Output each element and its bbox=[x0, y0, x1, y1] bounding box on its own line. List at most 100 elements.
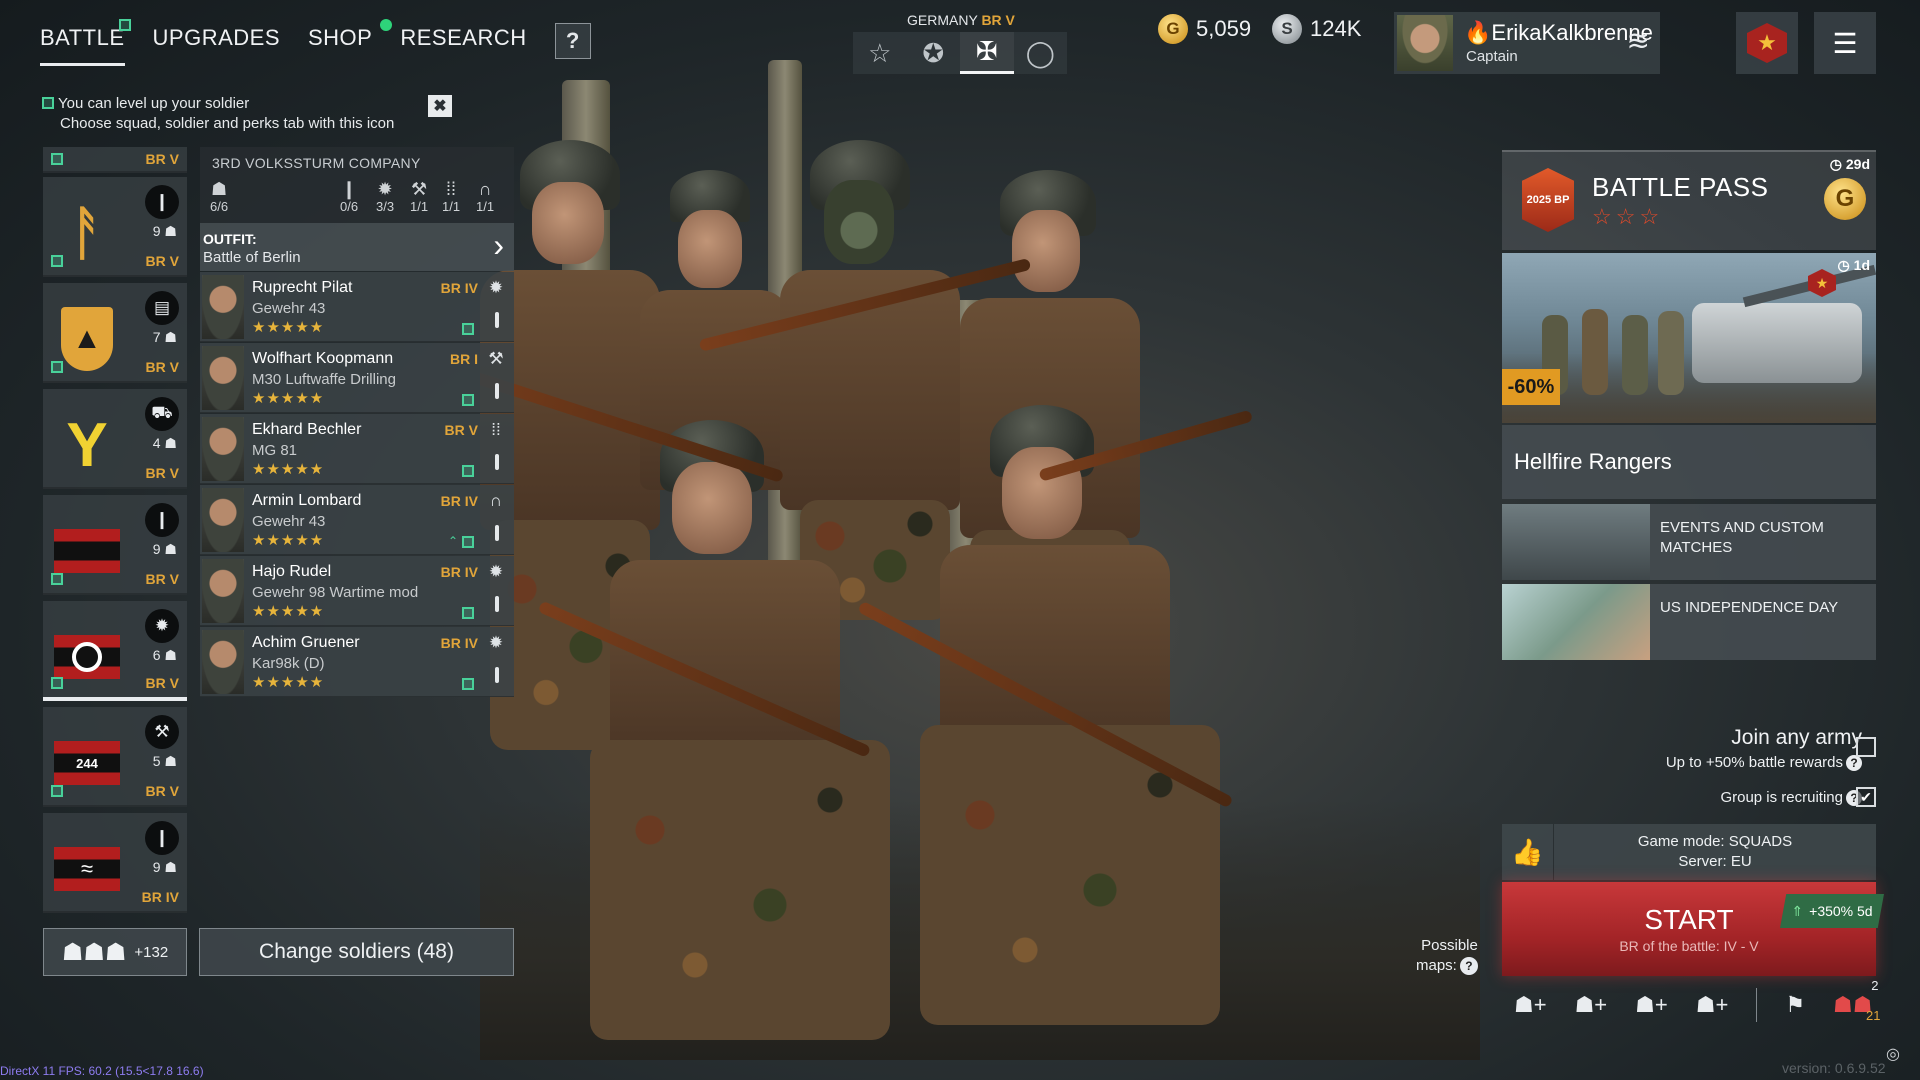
soldier-name: Wolfhart Koopmann bbox=[252, 350, 394, 367]
upgrade-marker-icon bbox=[51, 573, 63, 585]
squad-emblem: Y bbox=[51, 409, 123, 481]
soldier-row[interactable]: Armin Lombard Gewehr 43 ★★★★★ BR IV ∩ ⌃ bbox=[200, 485, 514, 555]
promo-banner[interactable]: ★ ◷ 1d -60% bbox=[1502, 253, 1876, 423]
flame-icon: ✹ bbox=[377, 179, 393, 199]
menu-button[interactable]: ☰ bbox=[1814, 12, 1876, 74]
help-icon[interactable]: ? bbox=[1846, 755, 1862, 771]
game-mode-panel[interactable]: 👍 Game mode: SQUADS Server: EU bbox=[1502, 824, 1876, 880]
soldier-weapon: MG 81 bbox=[252, 442, 298, 459]
tab-upgrades[interactable]: UPGRADES bbox=[153, 25, 280, 63]
nation-ussr-star-icon[interactable]: ✪ bbox=[907, 32, 961, 74]
document-class-icon: ▤ bbox=[145, 291, 179, 325]
profile-rank: Captain bbox=[1466, 48, 1518, 65]
wrench-class-icon: ⚒ bbox=[488, 349, 504, 368]
battle-br-text: BR of the battle: IV - V bbox=[1619, 938, 1759, 954]
independence-day-title: US INDEPENDENCE DAY bbox=[1660, 599, 1839, 616]
profile-card[interactable]: 🔥ErikaKalkbrenne Captain ≋ bbox=[1394, 12, 1660, 74]
soldier-portrait bbox=[202, 559, 244, 623]
stat-soldiers: ☗ 6/6 bbox=[210, 179, 229, 214]
soldier-row[interactable]: Achim Gruener Kar98k (D) ★★★★★ BR IV ✹ bbox=[200, 627, 514, 697]
nation-germany-cross-icon[interactable]: ✠ bbox=[960, 32, 1014, 74]
settings-small-icon[interactable]: ◎ bbox=[1886, 1044, 1900, 1064]
invite-player-icon[interactable]: ☗+ bbox=[1575, 992, 1608, 1022]
squad-br: BR V bbox=[145, 675, 179, 691]
maps-help-icon[interactable]: ? bbox=[1459, 957, 1478, 975]
soldier-row[interactable]: Wolfhart Koopmann M30 Luftwaffe Drilling… bbox=[200, 343, 514, 413]
squad-br: BR V bbox=[145, 151, 179, 167]
fps-counter: DirectX 11 FPS: 60.2 (15.5<17.8 16.6) bbox=[0, 1064, 204, 1078]
join-any-army-subtitle: Up to +50% battle rewards? bbox=[1666, 754, 1862, 771]
help-button[interactable]: ? bbox=[554, 23, 591, 59]
group-recruiting-label: Group is recruiting? bbox=[1720, 789, 1862, 806]
gold-balance[interactable]: G 5,059 bbox=[1158, 12, 1251, 46]
tank-image bbox=[1692, 303, 1862, 383]
soldier-name: Ekhard Bechler bbox=[252, 421, 362, 438]
squad-scene bbox=[480, 60, 1480, 1060]
xp-boost-badge: ⇑ +350% 5d bbox=[1780, 894, 1884, 928]
tab-battle[interactable]: BATTLE bbox=[40, 19, 131, 66]
squad-card[interactable]: BR V bbox=[43, 147, 187, 173]
join-any-army-checkbox[interactable] bbox=[1856, 737, 1876, 757]
change-soldiers-button[interactable]: Change soldiers (48) bbox=[199, 928, 514, 976]
independence-day-thumbnail bbox=[1502, 584, 1650, 660]
squad-count: 4 bbox=[152, 435, 161, 451]
events-title: EVENTS AND CUSTOM MATCHES bbox=[1660, 519, 1824, 556]
shield-emblem-icon: ▲ bbox=[61, 307, 113, 371]
infantry-class-icon: ❙ bbox=[145, 503, 179, 537]
squad-br: BR V bbox=[145, 359, 179, 375]
soldier-row[interactable]: Hajo Rudel Gewehr 98 Wartime mod ★★★★★ B… bbox=[200, 556, 514, 626]
nation-usa-star-icon[interactable]: ☆ bbox=[853, 32, 907, 74]
squad-card[interactable]: 244 ⚒ 5 ☗ BR V bbox=[43, 707, 187, 807]
battle-pass-stars: ☆☆☆ bbox=[1592, 204, 1664, 229]
battle-pass-title: BATTLE PASS bbox=[1592, 172, 1769, 202]
invite-player-icon[interactable]: ☗+ bbox=[1635, 992, 1668, 1022]
battle-pass-card[interactable]: 2025 BP BATTLE PASS ☆☆☆ ◷ 29d G bbox=[1502, 150, 1876, 250]
upgrade-marker-icon bbox=[462, 465, 474, 477]
squad-count: 7 bbox=[152, 329, 161, 345]
promo-name[interactable]: Hellfire Rangers bbox=[1502, 425, 1876, 499]
y-rune-emblem-icon: Y bbox=[66, 410, 108, 480]
soldier-stars: ★★★★★ bbox=[252, 390, 325, 407]
squad-card[interactable]: ᚨ ❙ 9 ☗ BR V bbox=[43, 177, 187, 277]
close-hint-button[interactable]: ✖ bbox=[428, 95, 452, 117]
nation-japan-circle-icon[interactable]: ◯ bbox=[1014, 32, 1068, 74]
battle-pass-timer: ◷ 29d bbox=[1829, 156, 1870, 172]
squad-card-selected[interactable]: ✹ 6 ☗ BR V bbox=[43, 601, 187, 701]
premium-medal-button[interactable]: ★ bbox=[1736, 12, 1798, 74]
tab-research[interactable]: RESEARCH bbox=[400, 25, 526, 63]
hint-line-2: Choose squad, soldier and perks tab with… bbox=[60, 115, 395, 132]
nation-label: GERMANY BR V bbox=[907, 12, 1015, 28]
squad-card[interactable]: Y ⛟ 4 ☗ BR V bbox=[43, 389, 187, 489]
stat-mg: ⁞⁞ 1/1 bbox=[442, 179, 461, 214]
promo-timer: ◷ 1d bbox=[1837, 257, 1870, 273]
friends-button[interactable]: ☗☗ 2 21 bbox=[1833, 978, 1880, 1023]
perk-bar-icon bbox=[495, 596, 499, 612]
soldier-br: BR V bbox=[444, 422, 478, 438]
perk-bar-icon bbox=[495, 525, 499, 541]
infantry-class-icon: ❙ bbox=[145, 821, 179, 855]
events-card[interactable]: EVENTS AND CUSTOM MATCHES bbox=[1502, 504, 1876, 580]
thumbs-up-icon[interactable]: 👍 bbox=[1502, 824, 1554, 880]
tab-shop[interactable]: SHOP bbox=[308, 19, 393, 63]
xp-arrow-icon: ⇑ bbox=[1791, 902, 1804, 919]
battle-pass-icon: 2025 BP bbox=[1522, 168, 1574, 232]
soldier-row[interactable]: Ruprecht Pilat Gewehr 43 ★★★★★ BR IV ✹ bbox=[200, 272, 514, 342]
squad-count: 9 bbox=[152, 223, 161, 239]
invite-player-icon[interactable]: ☗+ bbox=[1514, 992, 1547, 1022]
squad-count: 9 bbox=[152, 541, 161, 557]
start-button[interactable]: START BR of the battle: IV - V ⇑ +350% 5d bbox=[1502, 882, 1884, 976]
outfit-selector[interactable]: OUTFIT: Battle of Berlin › bbox=[200, 223, 514, 271]
invite-player-icon[interactable]: ☗+ bbox=[1696, 992, 1729, 1022]
perk-bar-icon bbox=[495, 454, 499, 470]
squad-card[interactable]: ❙ 9 ☗ BR V bbox=[43, 495, 187, 595]
independence-day-card[interactable]: US INDEPENDENCE DAY bbox=[1502, 584, 1876, 660]
reserve-button[interactable]: ☗☗☗ +132 bbox=[43, 928, 187, 976]
upgrade-marker-icon bbox=[118, 19, 131, 31]
soldier-row[interactable]: Ekhard Bechler MG 81 ★★★★★ BR V ⁞⁞ bbox=[200, 414, 514, 484]
squad-card[interactable]: ▲ ▤ 7 ☗ BR V bbox=[43, 283, 187, 383]
flag-icon[interactable]: ⚑ bbox=[1785, 992, 1805, 1022]
squad-card[interactable]: ≈ ❙ 9 ☗ BR IV bbox=[43, 813, 187, 913]
silver-balance[interactable]: S 124K bbox=[1272, 12, 1361, 46]
group-recruiting-checkbox[interactable]: ✔ bbox=[1856, 787, 1876, 807]
stat-flame: ✹ 3/3 bbox=[376, 179, 395, 214]
